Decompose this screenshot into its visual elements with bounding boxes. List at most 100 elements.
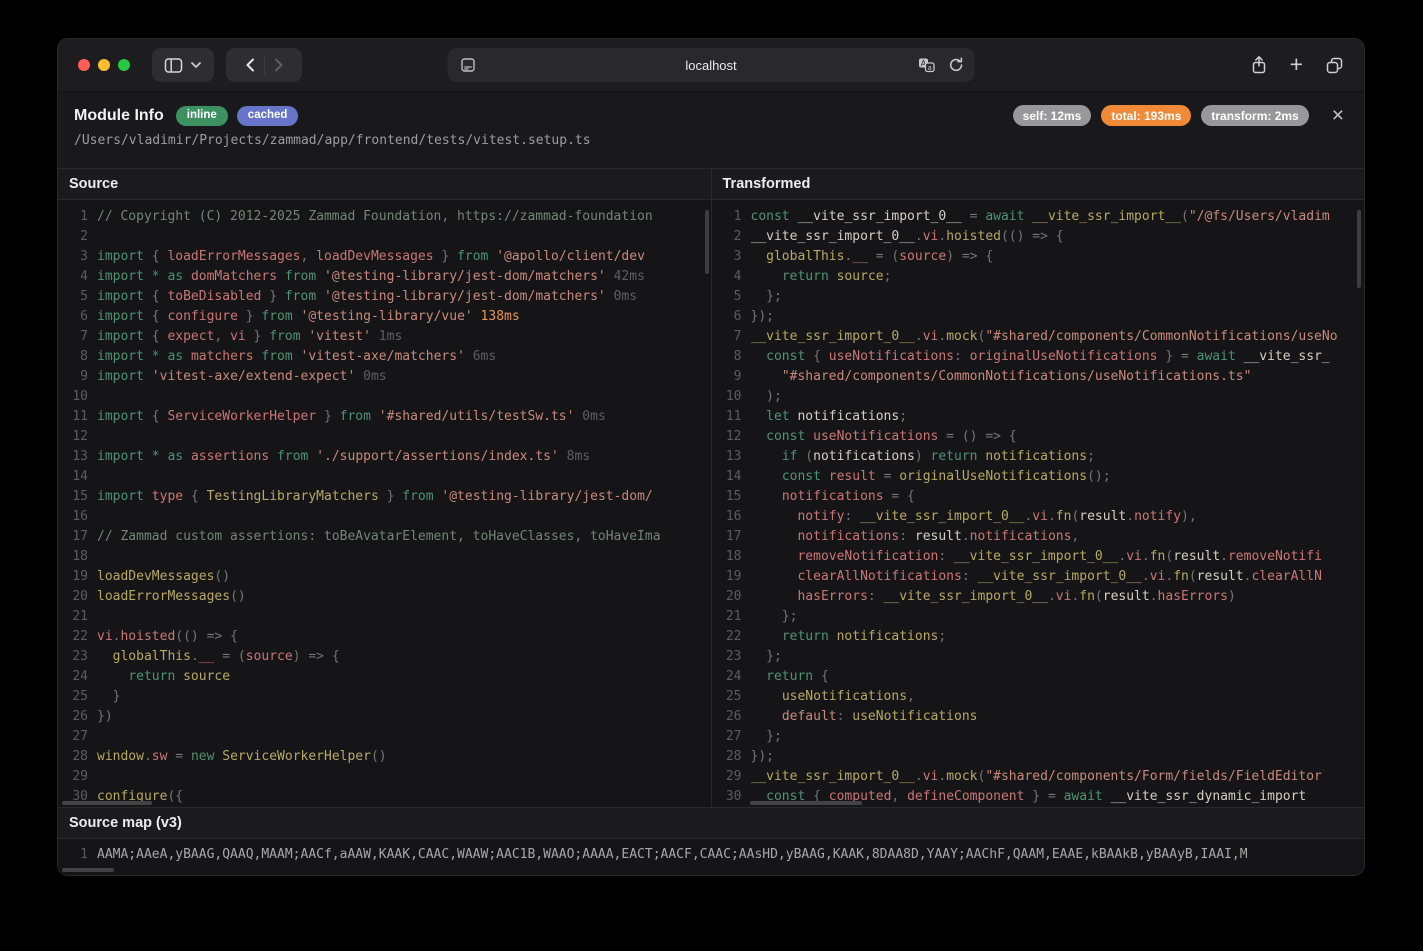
code-token: "/@fs/Users/vladim (1189, 209, 1330, 224)
code-token: import (97, 309, 144, 324)
code-token: ; (938, 629, 946, 644)
code-token: await (1197, 349, 1236, 364)
code-token: from (261, 309, 292, 324)
module-badge: inline (176, 106, 228, 126)
line-number: 24 (58, 667, 88, 687)
back-button[interactable] (244, 57, 256, 73)
timing-badge: total: 193ms (1101, 105, 1191, 126)
code-line: 6import { configure } from '@testing-lib… (58, 307, 711, 327)
code-line: 29__vite_ssr_import_0__.vi.mock("#shared… (712, 767, 1365, 787)
code-token: ( (1165, 549, 1173, 564)
line-number: 6 (712, 307, 742, 327)
code-token: fn (1150, 549, 1166, 564)
transformed-code[interactable]: 1const __vite_ssr_import_0__ = await __v… (712, 200, 1365, 807)
code-token (269, 449, 277, 464)
code-token: }); (751, 309, 774, 324)
code-token: __vite_ssr_import_0__ (751, 329, 915, 344)
translate-icon: A a (918, 57, 936, 73)
transformed-vertical-scrollbar-thumb[interactable] (1357, 210, 1361, 288)
code-token: from (261, 349, 292, 364)
sidebar-toggle-button[interactable] (152, 48, 214, 82)
code-token (751, 369, 782, 384)
code-token (316, 289, 324, 304)
code-token: (() => { (175, 629, 238, 644)
code-line: 11import { ServiceWorkerHelper } from '#… (58, 407, 711, 427)
code-token (751, 629, 782, 644)
code-text: if (notifications) return notifications; (751, 447, 1095, 467)
code-token: () (230, 589, 246, 604)
code-token: . (1142, 569, 1150, 584)
code-line: 15import type { TestingLibraryMatchers }… (58, 487, 711, 507)
reload-button[interactable] (949, 57, 964, 73)
transformed-horizontal-scrollbar-thumb[interactable] (750, 801, 862, 805)
code-token: await (1064, 789, 1103, 804)
line-number: 2 (58, 227, 88, 247)
code-token: }; (751, 609, 798, 624)
code-line: 19loadDevMessages() (58, 567, 711, 587)
code-token: default (782, 709, 837, 724)
code-token: = () => { (938, 429, 1016, 444)
address-bar[interactable]: localhost A a (448, 48, 975, 82)
code-token: } (97, 689, 120, 704)
sourcemap-horizontal-scrollbar-thumb[interactable] (62, 868, 114, 872)
code-token: source (183, 669, 230, 684)
line-number: 4 (58, 267, 88, 287)
code-line: 28}); (712, 747, 1365, 767)
forward-button[interactable] (273, 57, 285, 73)
code-line: 11 let notifications; (712, 407, 1365, 427)
code-text: import { configure } from '@testing-libr… (97, 307, 520, 327)
source-horizontal-scrollbar-thumb[interactable] (62, 801, 152, 805)
code-token: . (1142, 549, 1150, 564)
tab-overview-button[interactable] (1325, 56, 1344, 74)
code-token: . (144, 749, 152, 764)
line-number: 11 (58, 407, 88, 427)
code-text: const { useNotifications: originalUseNot… (751, 347, 1330, 367)
code-token: loadErrorMessages (97, 589, 230, 604)
tab-overview-icon (1325, 56, 1344, 74)
code-line: 5import { toBeDisabled } from '@testing-… (58, 287, 711, 307)
code-panels: Source 1// Copyright (C) 2012-2025 Zamma… (58, 169, 1364, 807)
source-vertical-scrollbar-thumb[interactable] (705, 210, 709, 274)
code-line: 23 }; (712, 647, 1365, 667)
code-text: default: useNotifications (751, 707, 978, 727)
code-text: __vite_ssr_import_0__.vi.mock("#shared/c… (751, 767, 1322, 787)
code-line: 28window.sw = new ServiceWorkerHelper() (58, 747, 711, 767)
code-text: }; (751, 607, 798, 627)
window-zoom-button[interactable] (118, 59, 130, 71)
code-token: return (766, 669, 813, 684)
line-number: 9 (58, 367, 88, 387)
browser-toolbar: localhost A a (58, 39, 1364, 92)
code-token: hasErrors (1158, 589, 1228, 604)
sourcemap-code[interactable]: 1 AAMA;AAeA,yBAAG,QAAQ,MAAM;AACf,aAAW,KA… (58, 839, 1364, 875)
code-line: 9 "#shared/components/CommonNotification… (712, 367, 1365, 387)
code-token: vi (230, 329, 246, 344)
code-token: from (277, 449, 308, 464)
code-token (751, 549, 798, 564)
window-close-button[interactable] (78, 59, 90, 71)
code-token: // Copyright (C) 2012-2025 Zammad Founda… (97, 209, 653, 224)
close-icon[interactable]: × (1332, 105, 1344, 126)
code-token: fn (1173, 569, 1189, 584)
code-token (144, 489, 152, 504)
code-token: from (285, 289, 316, 304)
source-code[interactable]: 1// Copyright (C) 2012-2025 Zammad Found… (58, 200, 711, 807)
code-token: ; (884, 269, 892, 284)
code-token: domMatchers (191, 269, 277, 284)
share-button[interactable] (1250, 55, 1268, 75)
line-number: 18 (712, 547, 742, 567)
new-tab-button[interactable]: + (1290, 55, 1303, 76)
code-text: vi.hoisted(() => { (97, 627, 238, 647)
code-text: ); (751, 387, 782, 407)
code-line: 20loadErrorMessages() (58, 587, 711, 607)
translate-button[interactable]: A a (918, 57, 936, 73)
code-token (751, 409, 767, 424)
code-token: from (457, 249, 488, 264)
code-token: __ (852, 249, 868, 264)
code-token: toBeDisabled (167, 289, 261, 304)
code-token: * (152, 449, 160, 464)
code-token (97, 669, 128, 684)
code-token: window (97, 749, 144, 764)
code-token: as (167, 349, 183, 364)
code-line: 8import * as matchers from 'vitest-axe/m… (58, 347, 711, 367)
window-minimize-button[interactable] (98, 59, 110, 71)
